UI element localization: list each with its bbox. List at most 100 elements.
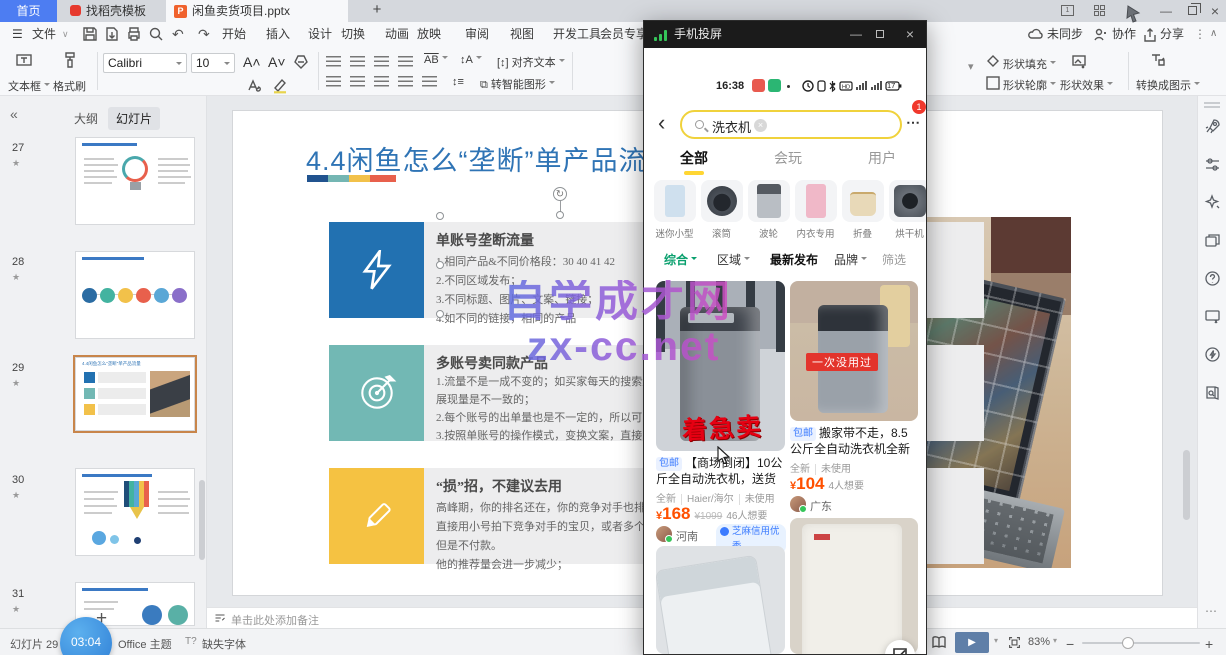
lightning-tile[interactable] bbox=[329, 222, 424, 318]
undo-icon[interactable]: ↶ bbox=[172, 22, 184, 46]
line-spacing-button[interactable]: ↕A bbox=[460, 54, 482, 66]
category-chip[interactable]: 滚筒 bbox=[699, 180, 744, 240]
menu-start[interactable]: 开始 bbox=[222, 22, 246, 46]
cloud-sync-icon[interactable] bbox=[1028, 27, 1044, 43]
menu-transition[interactable]: 切换 bbox=[341, 22, 365, 46]
window-layers-icon[interactable] bbox=[1204, 232, 1221, 249]
filter-sort[interactable]: 综合 bbox=[664, 251, 697, 268]
panel-more-icon[interactable]: ⋯ bbox=[1205, 604, 1217, 618]
zoom-level[interactable]: 83% bbox=[1028, 636, 1050, 648]
align-right-icon[interactable] bbox=[374, 76, 389, 87]
filter-more[interactable]: 筛选 bbox=[882, 251, 906, 268]
restore-button[interactable] bbox=[1188, 6, 1197, 15]
bullets-icon[interactable] bbox=[326, 56, 341, 67]
grow-font-button[interactable]: A˄ bbox=[243, 54, 261, 70]
shrink-font-button[interactable]: A˅ bbox=[268, 54, 286, 70]
shape-outline-icon[interactable] bbox=[985, 75, 1001, 91]
phone-window-titlebar[interactable]: 手机投屏 — × bbox=[644, 21, 926, 48]
highlight-icon[interactable] bbox=[272, 78, 288, 94]
align-center-icon[interactable] bbox=[350, 76, 365, 87]
menu-view[interactable]: 视图 bbox=[510, 22, 534, 46]
text-effect-icon[interactable] bbox=[247, 78, 263, 94]
new-tab-button[interactable]: + bbox=[366, 0, 388, 22]
format-painter-button[interactable]: 格式刷 bbox=[53, 78, 86, 94]
shape-effect-button[interactable]: 形状效果 bbox=[1060, 77, 1113, 93]
product-image[interactable]: 一次没用过 bbox=[790, 281, 918, 421]
target-tile[interactable] bbox=[329, 345, 424, 441]
result-tab-all[interactable]: 全部 bbox=[680, 148, 708, 168]
product-image[interactable] bbox=[790, 518, 918, 654]
font-name-select[interactable]: Calibri bbox=[103, 53, 187, 73]
slide-thumbnail-30[interactable] bbox=[75, 468, 195, 556]
category-chip[interactable]: 内衣专用 bbox=[793, 180, 838, 240]
to-diagram-icon[interactable] bbox=[1150, 52, 1166, 68]
category-chip[interactable]: 折叠 bbox=[840, 180, 885, 240]
indent-icon[interactable] bbox=[398, 56, 413, 67]
menu-devtools[interactable]: 开发工具 bbox=[553, 22, 601, 46]
panel-handle[interactable] bbox=[1204, 102, 1220, 104]
share-icon[interactable] bbox=[1142, 27, 1158, 43]
seller-row[interactable]: 河南 芝麻信用优秀 bbox=[656, 526, 786, 542]
canvas-scrollbar[interactable] bbox=[1183, 450, 1190, 520]
menu-slideshow[interactable]: 放映 bbox=[417, 22, 441, 46]
menu-insert[interactable]: 插入 bbox=[266, 22, 290, 46]
filter-region[interactable]: 区域 bbox=[717, 251, 750, 268]
pencil-tile[interactable] bbox=[329, 468, 424, 564]
zoom-out-button[interactable]: − bbox=[1066, 636, 1074, 652]
file-caret-icon[interactable]: ∨ bbox=[62, 22, 69, 46]
textbox-button[interactable]: 文本框 bbox=[8, 78, 50, 94]
slide-thumbnail-27[interactable] bbox=[75, 137, 195, 225]
collapse-ribbon-icon[interactable]: ∧ bbox=[1210, 22, 1217, 46]
more-actions-button[interactable]: ⋯ bbox=[906, 114, 921, 131]
theme-label[interactable]: Office 主题 bbox=[118, 636, 172, 652]
beautify-wand-icon[interactable] bbox=[1204, 194, 1221, 211]
collab-icon[interactable] bbox=[1093, 27, 1109, 43]
shape-outline-button[interactable]: 形状轮廓 bbox=[1003, 77, 1056, 93]
menu-animation[interactable]: 动画 bbox=[385, 22, 409, 46]
justify-icon[interactable] bbox=[398, 76, 413, 87]
back-button[interactable]: ‹ bbox=[658, 110, 665, 136]
result-tab-play[interactable]: 会玩 bbox=[774, 148, 802, 168]
filter-brand[interactable]: 品牌 bbox=[834, 251, 867, 268]
slide-thumbnail-28[interactable] bbox=[75, 251, 195, 339]
menu-member[interactable]: 会员专享 bbox=[600, 22, 648, 46]
distribute-icon[interactable] bbox=[422, 76, 437, 87]
redo-icon[interactable]: ↷ bbox=[198, 22, 210, 46]
selection-handle[interactable] bbox=[436, 261, 444, 269]
fit-slide-icon[interactable] bbox=[1008, 636, 1021, 649]
save-icon[interactable] bbox=[82, 26, 98, 42]
shape-effect-icon[interactable] bbox=[1072, 54, 1088, 70]
text-direction-button[interactable]: AB bbox=[424, 54, 448, 66]
normal-view-icon[interactable] bbox=[931, 635, 947, 651]
format-painter-icon[interactable] bbox=[62, 52, 78, 68]
align-text-button[interactable]: [↕] 对齐文本 bbox=[497, 54, 565, 70]
collapse-panel-button[interactable]: « bbox=[10, 106, 18, 122]
category-chip[interactable]: 烘干机 bbox=[887, 180, 926, 240]
seller-row[interactable]: 广东 bbox=[790, 496, 919, 512]
to-smart-graphic-button[interactable]: ⧉ 转智能图形 bbox=[480, 76, 555, 92]
print-icon[interactable] bbox=[126, 26, 142, 42]
zoom-in-button[interactable]: + bbox=[1205, 636, 1213, 652]
file-menu[interactable]: 文件 bbox=[32, 22, 56, 46]
numbering-icon[interactable] bbox=[350, 56, 365, 67]
search-input[interactable]: 洗衣机 × bbox=[680, 110, 902, 139]
filter-newest[interactable]: 最新发布 bbox=[770, 251, 818, 268]
phone-close-button[interactable]: × bbox=[898, 21, 922, 48]
to-diagram-button[interactable]: 转换成图示 bbox=[1136, 77, 1200, 93]
flash-circle-icon[interactable] bbox=[1204, 346, 1221, 363]
minimize-button[interactable]: — bbox=[1155, 0, 1177, 22]
slide-thumbnail-29[interactable]: 4.4闲鱼怎么“垄断”单产品流量 bbox=[75, 357, 195, 431]
export-card-icon[interactable] bbox=[1204, 308, 1221, 325]
print-preview-icon[interactable] bbox=[148, 26, 164, 42]
share-label[interactable]: 分享 bbox=[1160, 22, 1184, 46]
tab-home[interactable]: 首页 bbox=[0, 0, 57, 22]
menu-design[interactable]: 设计 bbox=[308, 22, 332, 46]
category-chip[interactable]: 波轮 bbox=[746, 180, 791, 240]
phone-minimize-button[interactable]: — bbox=[844, 21, 868, 48]
play-caret[interactable]: ▾ bbox=[994, 636, 998, 645]
zoom-caret[interactable]: ▾ bbox=[1053, 636, 1057, 645]
tab-outline[interactable]: 大纲 bbox=[66, 107, 106, 130]
result-tab-users[interactable]: 用户 bbox=[868, 148, 896, 168]
zoom-slider-knob[interactable] bbox=[1122, 637, 1134, 649]
selection-handle[interactable] bbox=[556, 211, 564, 219]
